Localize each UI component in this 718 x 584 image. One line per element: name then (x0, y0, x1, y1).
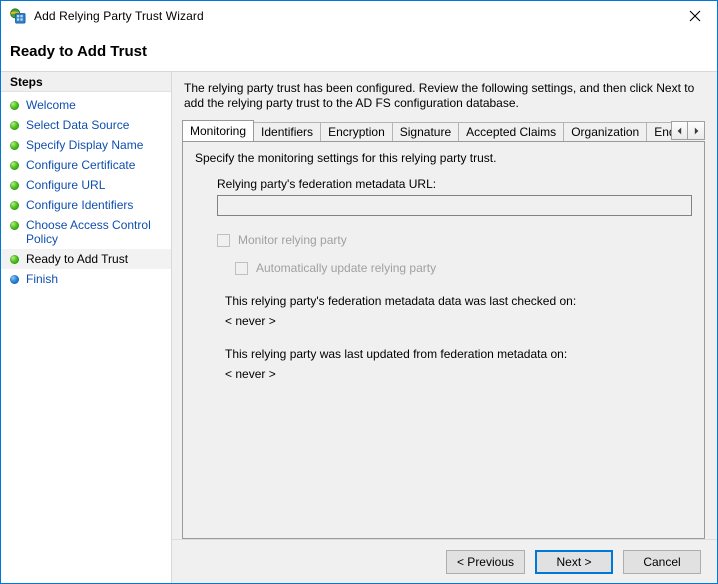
step-status-icon (10, 255, 19, 264)
checkbox-icon[interactable] (235, 262, 248, 275)
last-checked-value: < never > (225, 314, 692, 328)
monitoring-tab-panel: Specify the monitoring settings for this… (182, 141, 705, 539)
sidebar-item-configure-url[interactable]: Configure URL (1, 175, 171, 195)
settings-tab-control: Monitoring Identifiers Encryption Signat… (182, 119, 705, 539)
last-checked-label: This relying party's federation metadata… (225, 294, 692, 308)
step-status-icon (10, 161, 19, 170)
step-label: Ready to Add Trust (26, 252, 128, 266)
sidebar-item-ready-to-add-trust[interactable]: Ready to Add Trust (1, 249, 171, 269)
page-title: Ready to Add Trust (10, 43, 147, 60)
tab-strip: Monitoring Identifiers Encryption Signat… (182, 119, 705, 141)
last-updated-label: This relying party was last updated from… (225, 347, 692, 361)
step-label: Configure Certificate (26, 158, 135, 172)
steps-list: Welcome Select Data Source Specify Displ… (1, 92, 171, 289)
checkbox-icon[interactable] (217, 234, 230, 247)
tab-monitoring[interactable]: Monitoring (182, 120, 254, 141)
last-checked-block: This relying party's federation metadata… (225, 294, 692, 328)
auto-update-relying-party-label: Automatically update relying party (256, 261, 436, 275)
tab-encryption[interactable]: Encryption (320, 122, 393, 141)
wizard-body: Steps Welcome Select Data Source Specify… (1, 72, 717, 583)
title-bar: Add Relying Party Trust Wizard (1, 1, 717, 31)
step-label: Configure Identifiers (26, 198, 133, 212)
steps-sidebar: Steps Welcome Select Data Source Specify… (1, 72, 172, 583)
content-pane: The relying party trust has been configu… (172, 72, 717, 583)
step-status-icon (10, 221, 19, 230)
last-updated-block: This relying party was last updated from… (225, 347, 692, 381)
page-header: Ready to Add Trust (1, 31, 717, 71)
steps-heading: Steps (1, 72, 171, 92)
sidebar-item-choose-access-control-policy[interactable]: Choose Access Control Policy (1, 215, 171, 249)
metadata-url-input[interactable] (217, 195, 692, 216)
sidebar-item-configure-identifiers[interactable]: Configure Identifiers (1, 195, 171, 215)
cancel-button[interactable]: Cancel (623, 550, 701, 574)
close-icon[interactable] (672, 2, 717, 31)
tab-scroll-spinner (671, 121, 705, 140)
step-status-icon (10, 201, 19, 210)
button-bar: < Previous Next > Cancel (172, 539, 717, 583)
previous-button[interactable]: < Previous (446, 550, 525, 574)
tab-signature[interactable]: Signature (392, 122, 459, 141)
tab-organization[interactable]: Organization (563, 122, 647, 141)
intro-text: The relying party trust has been configu… (172, 72, 717, 119)
step-status-icon (10, 181, 19, 190)
step-label: Select Data Source (26, 118, 129, 132)
step-label: Specify Display Name (26, 138, 143, 152)
sidebar-item-select-data-source[interactable]: Select Data Source (1, 115, 171, 135)
step-status-icon (10, 101, 19, 110)
tab-accepted-claims[interactable]: Accepted Claims (458, 122, 564, 141)
step-label: Configure URL (26, 178, 105, 192)
step-status-icon (10, 275, 19, 284)
next-button[interactable]: Next > (535, 550, 613, 574)
last-updated-value: < never > (225, 367, 692, 381)
sidebar-item-configure-certificate[interactable]: Configure Certificate (1, 155, 171, 175)
auto-update-relying-party-checkbox-row[interactable]: Automatically update relying party (235, 261, 692, 275)
step-status-icon (10, 141, 19, 150)
monitor-relying-party-checkbox-row[interactable]: Monitor relying party (217, 233, 692, 247)
wizard-window: Add Relying Party Trust Wizard Ready to … (0, 0, 718, 584)
step-label: Welcome (26, 98, 76, 112)
tab-identifiers[interactable]: Identifiers (253, 122, 321, 141)
monitoring-description: Specify the monitoring settings for this… (195, 151, 692, 165)
adfs-wizard-icon (10, 8, 26, 24)
tab-scroll-right-icon[interactable] (688, 121, 705, 140)
tab-scroll-left-icon[interactable] (671, 121, 688, 140)
step-label: Choose Access Control Policy (26, 218, 165, 246)
sidebar-item-welcome[interactable]: Welcome (1, 95, 171, 115)
step-label: Finish (26, 272, 58, 286)
window-title: Add Relying Party Trust Wizard (34, 9, 204, 23)
sidebar-item-finish[interactable]: Finish (1, 269, 171, 289)
monitor-relying-party-label: Monitor relying party (238, 233, 347, 247)
sidebar-item-specify-display-name[interactable]: Specify Display Name (1, 135, 171, 155)
step-status-icon (10, 121, 19, 130)
metadata-url-label: Relying party's federation metadata URL: (217, 177, 692, 191)
